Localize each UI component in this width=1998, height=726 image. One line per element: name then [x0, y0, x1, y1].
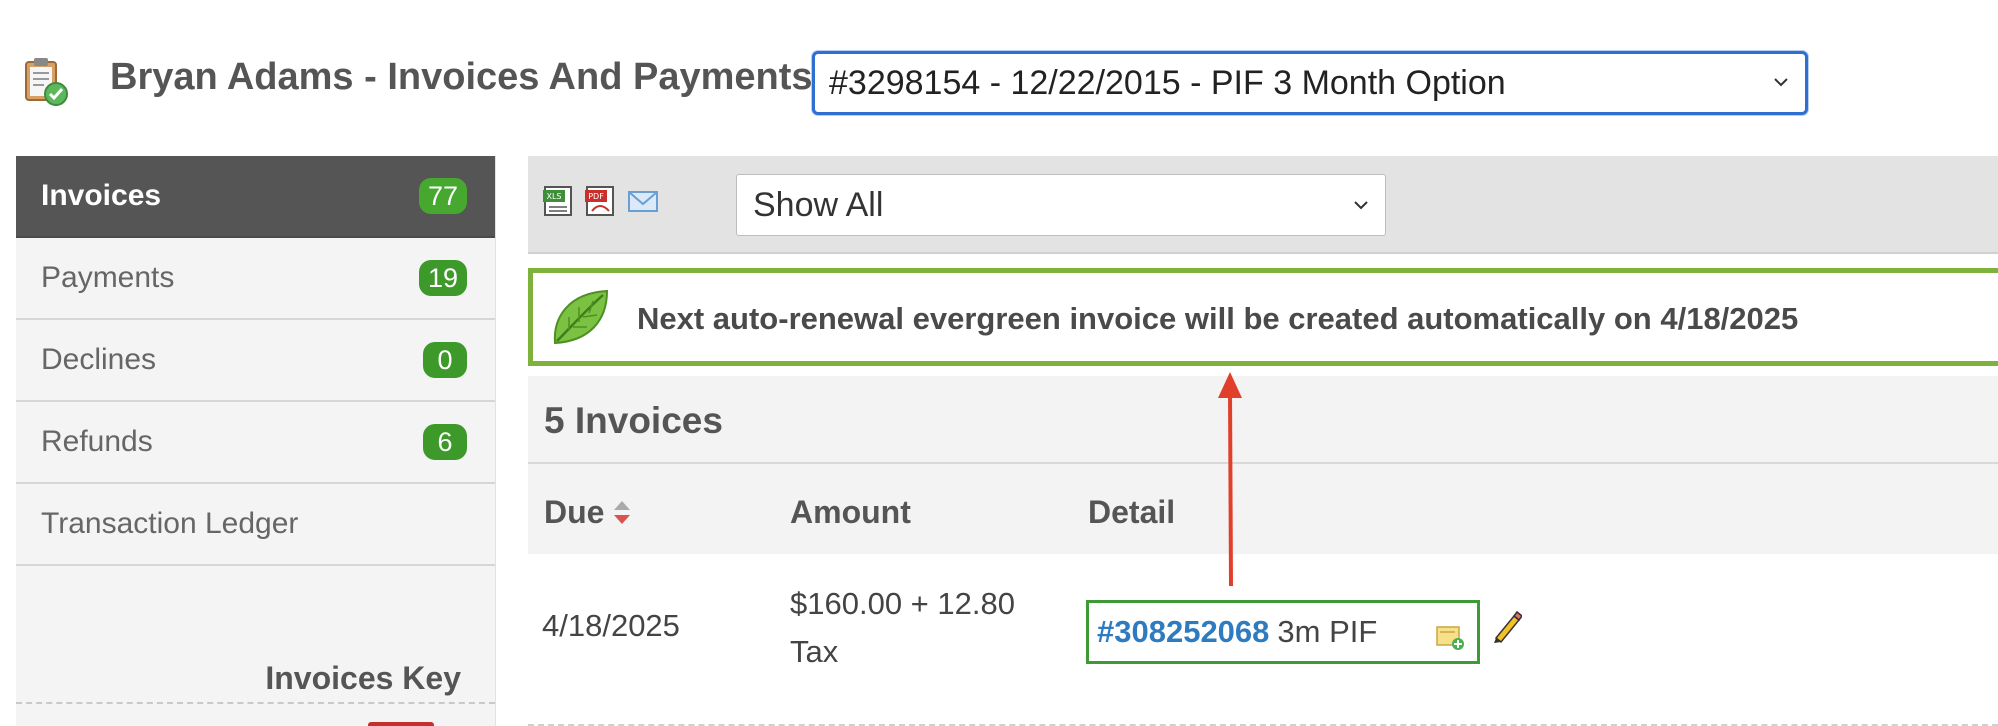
svg-text:PDF: PDF — [588, 192, 604, 201]
excel-export-icon[interactable]: XLS — [542, 184, 576, 218]
column-header-amount[interactable]: Amount — [790, 494, 911, 531]
count-badge: 0 — [423, 342, 467, 378]
svg-text:XLS: XLS — [546, 192, 561, 201]
sidebar-item-invoices[interactable]: Invoices 77 — [16, 156, 495, 238]
email-icon[interactable] — [626, 184, 660, 218]
table-row: 4/18/2025 $160.00 + 12.80 Tax #308252068… — [528, 554, 1998, 726]
column-header-detail: Detail — [1088, 494, 1176, 530]
table-header: Due Amount Detail — [528, 464, 1998, 554]
amount-tax: Tax — [790, 634, 839, 669]
annotation-arrow — [1218, 372, 1242, 587]
sidebar: Invoices 77 Payments 19 Declines 0 Refun… — [16, 156, 496, 726]
invoices-count-title: 5 Invoices — [544, 400, 723, 441]
edit-pencil-icon[interactable] — [1490, 610, 1522, 644]
sidebar-item-label: Refunds — [41, 425, 153, 458]
invoice-detail: #308252068 3m PIF — [1086, 600, 1480, 664]
count-badge: 77 — [418, 178, 467, 214]
amount-line: $160.00 + 12.80 — [790, 586, 1015, 621]
sidebar-item-refunds[interactable]: Refunds 6 — [16, 402, 495, 484]
sidebar-item-transaction-ledger[interactable]: Transaction Ledger — [16, 484, 495, 566]
count-badge: 19 — [418, 260, 467, 296]
sidebar-item-label: Payments — [41, 261, 175, 294]
sidebar-item-label: Transaction Ledger — [41, 507, 299, 540]
add-note-icon[interactable] — [1435, 623, 1465, 651]
sidebar-item-label: Invoices — [41, 179, 162, 212]
sidebar-item-payments[interactable]: Payments 19 — [16, 238, 495, 320]
invoices-key-title: Invoices Key — [265, 660, 461, 696]
invoice-filter-select[interactable]: Show All — [736, 174, 1386, 236]
invoice-description: 3m PIF — [1277, 614, 1378, 649]
panel-header: 5 Invoices — [528, 376, 1998, 464]
chevron-down-icon — [1774, 78, 1788, 87]
count-badge: 6 — [423, 424, 467, 460]
invoice-number-link[interactable]: #308252068 — [1097, 614, 1269, 650]
page-title: Bryan Adams - Invoices And Payments — [110, 56, 813, 98]
toolbar: XLS PDF Show All — [528, 156, 1998, 254]
filter-select-value: Show All — [753, 185, 884, 224]
key-swatch — [368, 722, 434, 726]
leaf-icon — [553, 289, 609, 345]
auto-renewal-notice: Next auto-renewal evergreen invoice will… — [528, 268, 1998, 366]
column-header-due[interactable]: Due — [544, 494, 604, 531]
sidebar-item-label: Declines — [41, 343, 157, 376]
chevron-down-icon — [1354, 201, 1368, 210]
contract-select[interactable]: #3298154 - 12/22/2015 - PIF 3 Month Opti… — [812, 51, 1808, 115]
sidebar-item-declines[interactable]: Declines 0 — [16, 320, 495, 402]
notice-text: Next auto-renewal evergreen invoice will… — [637, 301, 1799, 336]
contract-select-value: #3298154 - 12/22/2015 - PIF 3 Month Opti… — [829, 63, 1506, 102]
sort-icon[interactable] — [612, 498, 632, 528]
pdf-export-icon[interactable]: PDF — [584, 184, 618, 218]
invoices-panel: 5 Invoices Due Amount Detail 4/18/2025 $… — [528, 376, 1998, 726]
due-date: 4/18/2025 — [542, 608, 680, 643]
divider — [16, 702, 495, 704]
clipboard-check-icon — [25, 58, 68, 106]
